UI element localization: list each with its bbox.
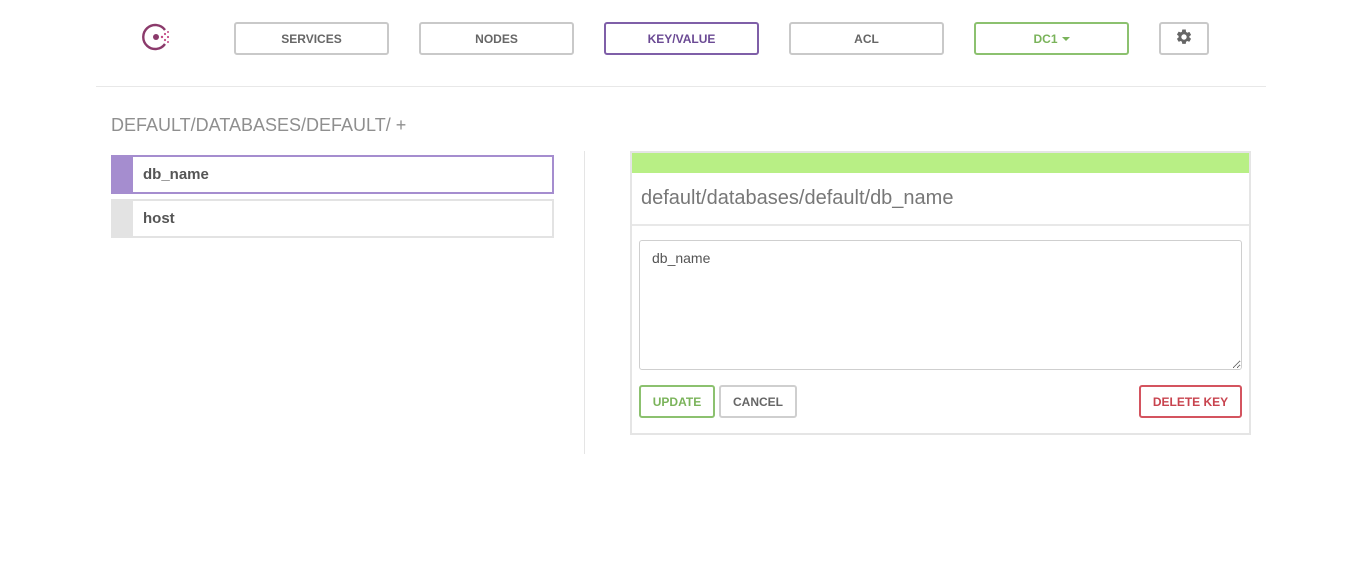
add-key-button[interactable]: + <box>396 115 407 135</box>
selected-indicator <box>111 155 133 194</box>
delete-key-button[interactable]: DELETE KEY <box>1139 385 1242 418</box>
gear-icon <box>1175 28 1193 49</box>
key-label: host <box>143 210 175 227</box>
editor-title: default/databases/default/db_name <box>641 187 954 209</box>
page: SERVICES NODES KEY/VALUE ACL DC1 DEFAULT… <box>0 0 1363 577</box>
update-button[interactable]: UPDATE <box>639 385 715 418</box>
nav-nodes-button[interactable]: NODES <box>419 22 574 55</box>
consul-logo-icon[interactable] <box>141 22 173 52</box>
caret-down-icon <box>1061 36 1070 41</box>
panel-status-bar <box>632 153 1249 173</box>
nav-acl-button[interactable]: ACL <box>789 22 944 55</box>
cancel-button[interactable]: CANCEL <box>719 385 797 418</box>
column-divider <box>584 151 585 454</box>
top-nav: SERVICES NODES KEY/VALUE ACL DC1 <box>0 0 1363 87</box>
item-indicator <box>111 199 133 238</box>
panel-divider <box>632 224 1249 226</box>
settings-button[interactable] <box>1159 22 1209 55</box>
nav-divider <box>96 86 1266 87</box>
breadcrumb-path[interactable]: DEFAULT/DATABASES/DEFAULT/ <box>111 115 391 135</box>
key-editor-panel: default/databases/default/db_name db_nam… <box>630 151 1251 435</box>
nav-services-button[interactable]: SERVICES <box>234 22 389 55</box>
datacenter-label: DC1 <box>1033 31 1058 46</box>
datacenter-dropdown[interactable]: DC1 <box>974 22 1129 55</box>
key-list-item-db-name[interactable]: db_name <box>111 155 554 194</box>
breadcrumb: DEFAULT/DATABASES/DEFAULT/ + <box>111 115 406 136</box>
value-textarea[interactable]: db_name <box>639 240 1242 370</box>
key-list-item-host[interactable]: host <box>111 199 554 238</box>
nav-key-value-button[interactable]: KEY/VALUE <box>604 22 759 55</box>
key-label: db_name <box>143 166 209 183</box>
